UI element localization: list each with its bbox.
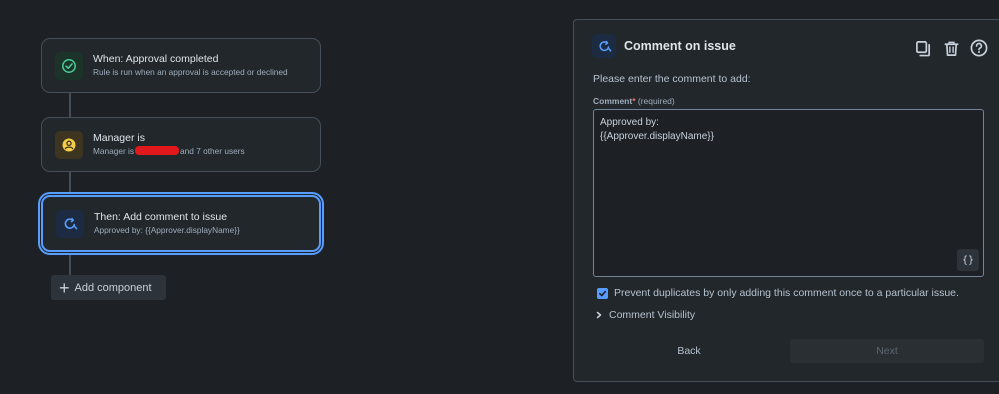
redacted-user bbox=[135, 146, 180, 156]
action-title: Then: Add comment to issue bbox=[94, 211, 228, 224]
config-panel: Comment on issue Please enter the commen… bbox=[573, 19, 999, 382]
comment-visibility-label: Comment Visibility bbox=[609, 309, 696, 321]
check-circle-icon bbox=[55, 51, 83, 80]
trigger-title: When: Approval completed bbox=[93, 53, 219, 66]
prevent-duplicates-label: Prevent duplicates by only adding this c… bbox=[614, 287, 959, 299]
comment-refresh-icon bbox=[592, 34, 616, 58]
comment-textarea[interactable]: Approved by: {{Approver.displayName}} bbox=[593, 109, 984, 277]
flow-connector bbox=[69, 171, 71, 197]
back-button[interactable]: Back bbox=[669, 340, 709, 362]
comment-label-text: Comment bbox=[593, 96, 633, 106]
panel-header: Comment on issue bbox=[592, 34, 736, 58]
panel-title: Comment on issue bbox=[624, 39, 736, 53]
required-marker: * bbox=[632, 96, 636, 106]
trash-icon[interactable] bbox=[940, 37, 962, 59]
action-subtitle: Approved by: {{Approver.displayName}} bbox=[94, 224, 240, 235]
panel-prompt: Please enter the comment to add: bbox=[593, 73, 751, 85]
chevron-right-icon bbox=[596, 311, 602, 319]
condition-title: Manager is bbox=[93, 131, 145, 144]
comment-field-label: Comment* (required) bbox=[593, 96, 675, 106]
help-icon[interactable] bbox=[968, 37, 990, 59]
checkmark-icon bbox=[598, 290, 607, 297]
add-component-label: Add component bbox=[74, 281, 152, 294]
trigger-card[interactable]: When: Approval completed Rule is run whe… bbox=[41, 38, 321, 93]
required-text: (required) bbox=[637, 96, 675, 106]
comment-visibility-toggle[interactable]: Comment Visibility bbox=[595, 309, 695, 321]
prevent-duplicates-checkbox[interactable] bbox=[597, 288, 608, 299]
panel-actions bbox=[912, 37, 990, 59]
flow-connector bbox=[69, 250, 71, 276]
plus-icon: + bbox=[59, 277, 70, 298]
copy-icon[interactable] bbox=[912, 37, 934, 59]
insert-variable-button[interactable]: {} bbox=[957, 249, 979, 271]
condition-subtitle: Manager is and 7 other users bbox=[93, 146, 245, 157]
trigger-subtitle: Rule is run when an approval is accepted… bbox=[93, 66, 288, 77]
condition-subtitle-suffix: and 7 other users bbox=[180, 146, 245, 157]
action-card[interactable]: Then: Add comment to issue Approved by: … bbox=[41, 195, 321, 252]
flow-connector bbox=[69, 92, 71, 118]
add-component-button[interactable]: + Add component bbox=[51, 275, 166, 300]
user-circle-icon bbox=[55, 130, 83, 159]
next-button[interactable]: Next bbox=[790, 339, 984, 363]
condition-card[interactable]: Manager is Manager is and 7 other users bbox=[41, 117, 321, 172]
condition-subtitle-prefix: Manager is bbox=[93, 146, 135, 157]
comment-refresh-icon bbox=[56, 209, 84, 238]
